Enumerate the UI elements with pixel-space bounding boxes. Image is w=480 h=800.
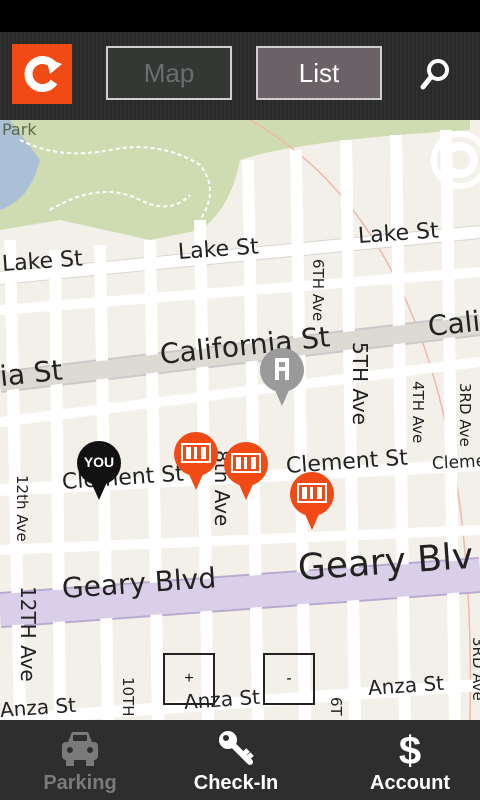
nav-label-parking: Parking — [43, 772, 117, 794]
map-label-clement-st: Cleme — [431, 451, 480, 474]
parking-meter-icon — [174, 432, 218, 490]
map-label-park: Park — [2, 120, 37, 139]
app-logo[interactable] — [12, 44, 72, 104]
map-label-3rd-ave: 3RD Ave — [469, 637, 480, 701]
app-header — [0, 32, 480, 120]
refresh-c-logo-icon — [24, 56, 62, 92]
key-icon — [219, 731, 254, 765]
map-view[interactable]: Park Lake St Lake St Lake St 6TH Ave ia … — [0, 120, 480, 720]
parking-meter-icon — [290, 472, 334, 530]
current-location-pin[interactable]: YOU — [76, 440, 122, 502]
zoom-in-button[interactable]: + — [163, 653, 215, 705]
nav-item-check-in[interactable]: Check-In — [156, 720, 316, 800]
map-label-5th-ave: 5TH Ave — [348, 342, 372, 425]
building-icon — [260, 348, 304, 406]
nav-label-check-in: Check-In — [193, 772, 279, 794]
map-label-3rd-ave: 3RD Ave — [456, 383, 474, 447]
search-button[interactable] — [418, 56, 454, 92]
map-label-6th-ave: 6T — [327, 697, 345, 716]
bottom-nav: Parking Check-In $ Account — [0, 720, 480, 800]
location-marker-icon — [77, 441, 121, 500]
search-icon — [420, 59, 449, 90]
map-label-4th-ave: 4TH Ave — [409, 381, 427, 444]
map-label-12th-ave: 12th Ave — [13, 475, 31, 542]
status-bar — [0, 0, 480, 32]
tab-map[interactable]: Map — [106, 46, 232, 100]
nav-item-parking[interactable]: Parking — [0, 720, 160, 800]
nav-label-account: Account — [370, 772, 450, 794]
svg-text:$: $ — [399, 729, 421, 770]
map-label-12th-ave: 12TH Ave — [16, 586, 40, 682]
dollar-icon: $ — [399, 729, 421, 770]
nav-item-account[interactable]: $ Account — [330, 720, 480, 800]
map-label-anza-st: Anza St — [0, 692, 77, 720]
map-canvas — [0, 120, 480, 720]
you-label: YOU — [83, 454, 115, 470]
tab-list[interactable]: List — [256, 46, 382, 100]
zoom-out-button[interactable]: - — [263, 653, 315, 705]
map-label-6th-ave: 6TH Ave — [309, 259, 327, 322]
car-icon — [62, 732, 98, 766]
map-label-california-st: Cali — [426, 304, 480, 343]
parking-meter-icon — [224, 442, 268, 500]
map-label-california-st: ia St — [0, 353, 64, 393]
map-label-10th-ave: 10TH Ave — [119, 677, 137, 720]
